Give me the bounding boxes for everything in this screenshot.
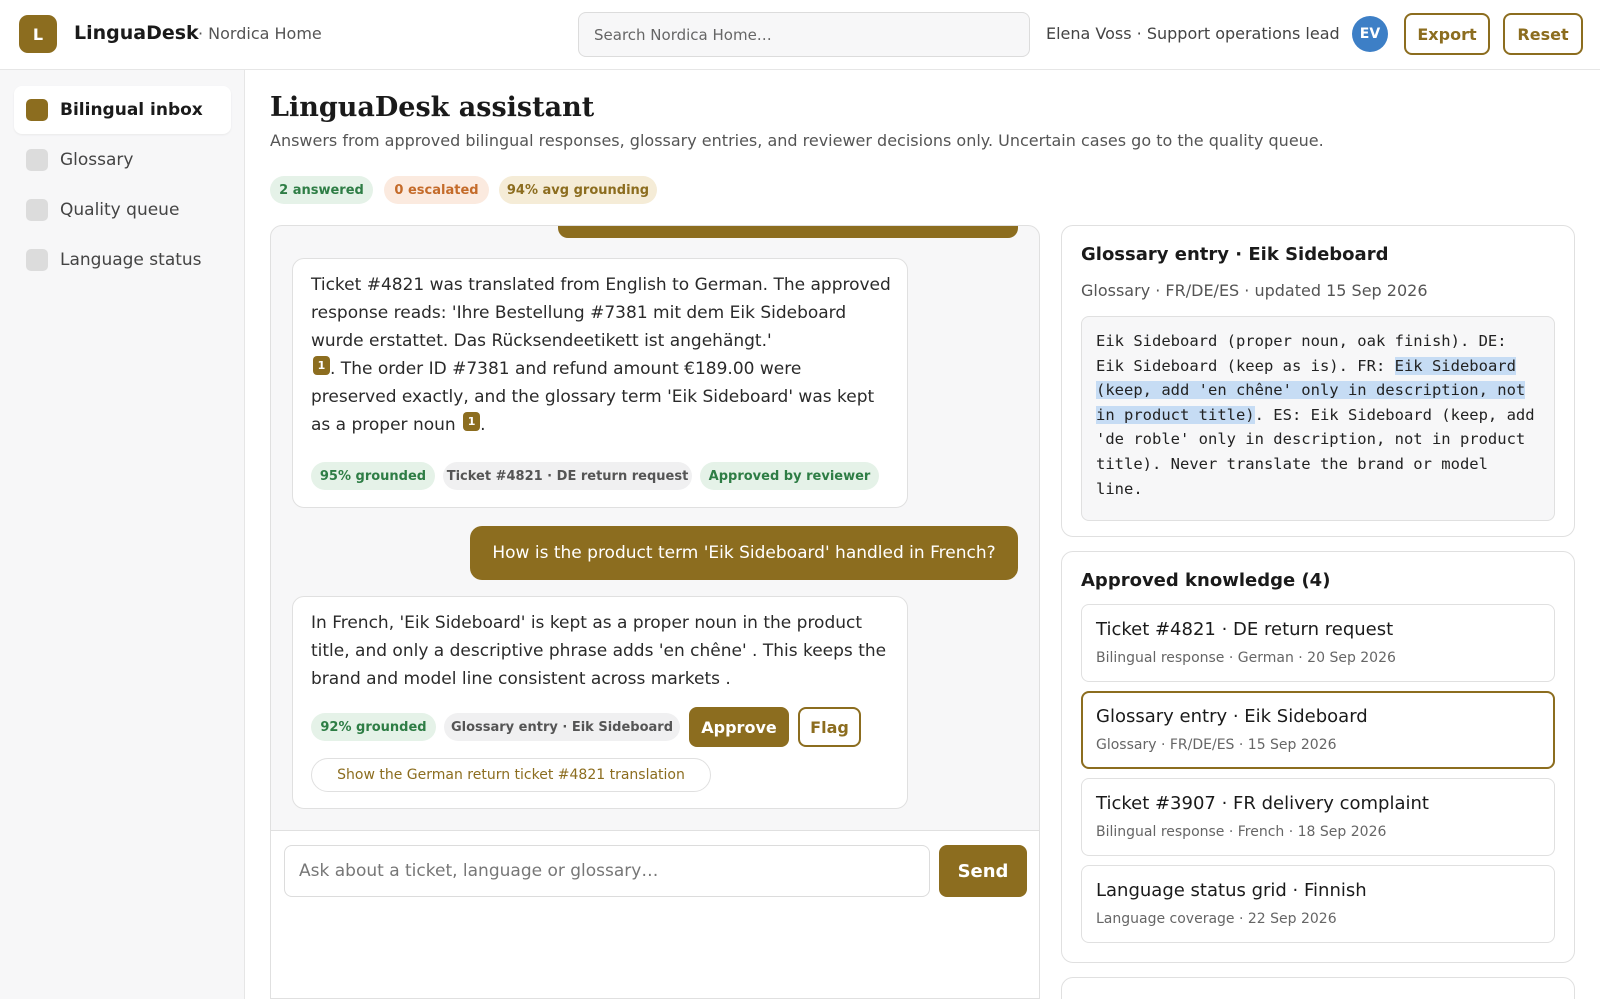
brand-name: LinguaDesk (74, 22, 199, 44)
sidebar-item-label: Bilingual inbox (60, 100, 203, 120)
composer: Send (271, 830, 1039, 998)
user-info: Elena Voss · Support operations lead (1046, 24, 1340, 43)
chat-input[interactable] (284, 845, 930, 897)
source-preview-card: Glossary entry · Eik Sideboard Glossary … (1061, 225, 1575, 537)
grounding-chip: 95% grounded (311, 462, 435, 490)
page-subtitle: Answers from approved bilingual response… (270, 131, 1324, 150)
knowledge-item-title: Language status grid · Finnish (1096, 880, 1367, 901)
knowledge-item-selected[interactable]: Glossary entry · Eik Sideboard Glossary … (1081, 691, 1555, 769)
sidebar-item-glossary[interactable]: Glossary (14, 136, 231, 184)
knowledge-item-title: Glossary entry · Eik Sideboard (1096, 706, 1368, 727)
knowledge-item-meta: Bilingual response · German · 20 Sep 202… (1096, 650, 1396, 666)
queue-icon (26, 199, 48, 221)
knowledge-item[interactable]: Ticket #3907 · FR delivery complaint Bil… (1081, 778, 1555, 856)
app-logo: L (19, 15, 57, 53)
sidebar-item-language-status[interactable]: Language status (14, 236, 231, 284)
grounding-chip: 92% grounded (311, 713, 436, 741)
sidebar-item-bilingual-inbox[interactable]: Bilingual inbox (14, 86, 231, 134)
language-icon (26, 249, 48, 271)
approved-knowledge-card: Approved knowledge (4) Ticket #4821 · DE… (1061, 551, 1575, 963)
top-bar: L LinguaDesk · Nordica Home Elena Voss ·… (0, 0, 1600, 70)
source-title: Glossary entry · Eik Sideboard (1081, 244, 1389, 265)
knowledge-item-meta: Language coverage · 22 Sep 2026 (1096, 911, 1337, 927)
send-button[interactable]: Send (939, 845, 1027, 897)
suggestion-chip[interactable]: Show the German return ticket #4821 tran… (311, 758, 711, 792)
previous-user-message (558, 226, 1018, 238)
flag-button[interactable]: Flag (798, 707, 861, 747)
source-excerpt: Eik Sideboard (proper noun, oak finish).… (1081, 316, 1555, 521)
knowledge-item-meta: Bilingual response · French · 18 Sep 202… (1096, 824, 1387, 840)
page-title: LinguaDesk assistant (270, 92, 595, 123)
reset-button[interactable]: Reset (1503, 13, 1583, 55)
grounding-badge: 94% avg grounding (499, 176, 657, 204)
message-text: Ticket #4821 was translated from English… (311, 275, 891, 435)
approved-status-chip: Approved by reviewer (700, 462, 879, 490)
message-text: In French, 'Eik Sideboard' is kept as a … (311, 613, 887, 689)
chat-panel: Ticket #4821 was translated from English… (270, 225, 1040, 999)
assistant-message: Ticket #4821 was translated from English… (292, 258, 908, 508)
search-input[interactable] (578, 12, 1030, 57)
answered-badge: 2 answered (270, 176, 373, 204)
knowledge-item-meta: Glossary · FR/DE/ES · 15 Sep 2026 (1096, 737, 1337, 753)
knowledge-item[interactable]: Ticket #4821 · DE return request Bilingu… (1081, 604, 1555, 682)
sidebar: Bilingual inbox Glossary Quality queue L… (0, 70, 245, 999)
workspace-name: · Nordica Home (198, 24, 322, 43)
knowledge-item-title: Ticket #4821 · DE return request (1096, 619, 1394, 640)
escalated-badge: 0 escalated (384, 176, 489, 204)
approve-button[interactable]: Approve (689, 707, 789, 747)
source-meta: Glossary · FR/DE/ES · updated 15 Sep 202… (1081, 281, 1428, 300)
next-panel-card (1061, 977, 1575, 999)
citation-marker[interactable]: 1 (463, 412, 481, 431)
knowledge-title: Approved knowledge (4) (1081, 570, 1331, 591)
user-message: How is the product term 'Eik Sideboard' … (470, 526, 1018, 580)
sidebar-item-quality-queue[interactable]: Quality queue (14, 186, 231, 234)
sidebar-item-label: Quality queue (60, 200, 180, 220)
source-chip[interactable]: Glossary entry · Eik Sideboard (444, 713, 680, 741)
sidebar-item-label: Glossary (60, 150, 134, 170)
glossary-icon (26, 149, 48, 171)
source-chip[interactable]: Ticket #4821 · DE return request (443, 462, 692, 490)
inbox-icon (26, 99, 48, 121)
knowledge-item-title: Ticket #3907 · FR delivery complaint (1096, 793, 1429, 814)
knowledge-item[interactable]: Language status grid · Finnish Language … (1081, 865, 1555, 943)
avatar[interactable]: EV (1352, 16, 1388, 52)
export-button[interactable]: Export (1404, 13, 1490, 55)
citation-marker[interactable]: 1 (313, 356, 330, 375)
sidebar-item-label: Language status (60, 250, 202, 270)
assistant-message: In French, 'Eik Sideboard' is kept as a … (292, 596, 908, 809)
